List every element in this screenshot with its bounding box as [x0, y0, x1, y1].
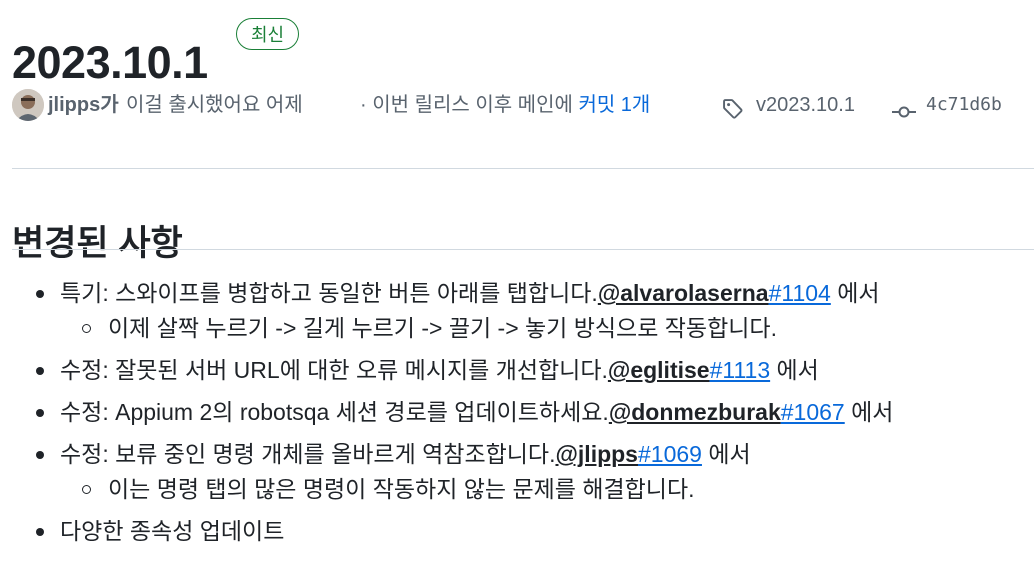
tag-icon: [722, 95, 744, 133]
changes-heading: 변경된 사항: [12, 224, 183, 264]
list-item: 특기: 스와이프를 병합하고 동일한 버튼 아래를 탭합니다.@alvarola…: [35, 276, 893, 346]
commit-hash-link[interactable]: 4c71d6b: [926, 86, 1002, 124]
released-time: 이걸 출시했어요 어제: [126, 94, 303, 116]
change-suffix: 에서: [830, 280, 880, 306]
tag-link[interactable]: v2023.10.1: [756, 86, 855, 124]
divider: [12, 168, 1034, 169]
author-name[interactable]: jlipps가: [48, 86, 119, 124]
pr-link[interactable]: #1113: [710, 357, 771, 383]
change-suffix: 에서: [701, 441, 751, 467]
change-text: 특기: 스와이프를 병합하고 동일한 버튼 아래를 탭합니다.: [60, 280, 598, 306]
author-avatar[interactable]: [12, 89, 44, 121]
pr-link[interactable]: #1104: [769, 280, 831, 306]
heading-rule: [12, 249, 1034, 250]
list-item: 수정: 보류 중인 명령 개체를 올바르게 역참조합니다.@jlipps#106…: [35, 437, 893, 507]
change-text: 수정: 보류 중인 명령 개체를 올바르게 역참조합니다.: [60, 441, 556, 467]
list-item: 수정: 잘못된 서버 URL에 대한 오류 메시지를 개선합니다.@egliti…: [35, 353, 893, 388]
change-suffix: 에서: [844, 399, 894, 425]
list-item: 수정: Appium 2의 robotsqa 세션 경로를 업데이트하세요.@d…: [35, 395, 894, 430]
mention-link[interactable]: @alvarolaserna: [598, 280, 769, 306]
sub-list: 이는 명령 탭의 많은 명령이 작동하지 않는 문제를 해결합니다.: [60, 472, 893, 507]
commit-icon: [892, 96, 916, 134]
pr-link[interactable]: #1067: [781, 399, 845, 425]
latest-badge: 최신: [236, 18, 300, 50]
sub-list: 이제 살짝 누르기 -> 길게 누르기 -> 끌기 -> 놓기 방식으로 작동합…: [60, 311, 893, 346]
mention-link[interactable]: @jlipps: [555, 441, 638, 467]
release-title: 2023.10.1: [12, 37, 208, 89]
release-meta: jlipps가 이걸 출시했어요 어제 · 이번 릴리스 이후 메인에 커밋 1…: [10, 86, 1030, 124]
commits-link[interactable]: 커밋 1개: [578, 94, 650, 116]
mention-link[interactable]: @eglitise: [608, 357, 710, 383]
commits-prefix: · 이번 릴리스 이후 메인에: [360, 94, 573, 116]
change-text: 수정: Appium 2의 robotsqa 세션 경로를 업데이트하세요.: [60, 399, 609, 425]
changes-list: 특기: 스와이프를 병합하고 동일한 버튼 아래를 탭합니다.@alvarola…: [0, 276, 893, 556]
commits-since: · 이번 릴리스 이후 메인에 커밋 1개: [360, 86, 650, 124]
change-suffix: 에서: [770, 357, 819, 383]
mention-link[interactable]: @donmezburak: [609, 399, 781, 425]
sub-list-item: 이제 살짝 누르기 -> 길게 누르기 -> 끌기 -> 놓기 방식으로 작동합…: [81, 311, 893, 346]
sub-list-item: 이는 명령 탭의 많은 명령이 작동하지 않는 문제를 해결합니다.: [81, 472, 893, 507]
list-item: 다양한 종속성 업데이트: [35, 514, 893, 549]
pr-link[interactable]: #1069: [638, 441, 702, 467]
change-text: 다양한 종속성 업데이트: [60, 518, 285, 544]
change-text: 수정: 잘못된 서버 URL에 대한 오류 메시지를 개선합니다.: [60, 357, 608, 383]
